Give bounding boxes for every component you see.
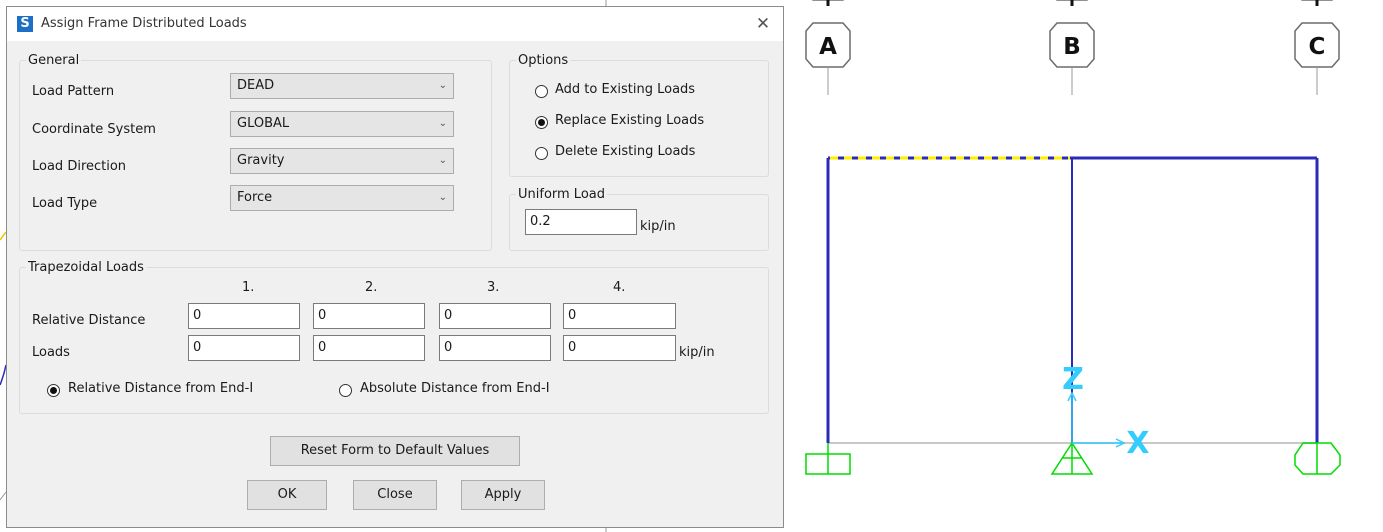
- coordinate-system-dropdown[interactable]: GLOBAL ⌄: [230, 111, 454, 137]
- relative-distance-input-4[interactable]: 0: [563, 303, 676, 329]
- chevron-down-icon: ⌄: [438, 80, 447, 91]
- load-type-label: Load Type: [32, 196, 98, 211]
- coordinate-system-value: GLOBAL: [237, 116, 290, 131]
- ok-button[interactable]: OK: [247, 480, 327, 510]
- grid-bubble-label: A: [819, 34, 837, 60]
- apply-button[interactable]: Apply: [461, 480, 545, 510]
- load-input-3[interactable]: 0: [439, 335, 551, 361]
- grid-bubble-label: B: [1063, 34, 1081, 60]
- column-header-4: 4.: [613, 280, 626, 295]
- load-type-dropdown[interactable]: Force ⌄: [230, 185, 454, 211]
- trapezoidal-unit: kip/in: [679, 345, 715, 360]
- load-input-2[interactable]: 0: [313, 335, 425, 361]
- load-direction-label: Load Direction: [32, 159, 127, 174]
- trapezoidal-loads-legend: Trapezoidal Loads: [28, 260, 144, 275]
- add-to-existing-label[interactable]: Add to Existing Loads: [555, 82, 695, 97]
- app-logo-icon: S: [17, 16, 33, 32]
- add-to-existing-radio[interactable]: [535, 85, 548, 98]
- load-input-1[interactable]: 0: [188, 335, 300, 361]
- dialog-title: Assign Frame Distributed Loads: [41, 16, 247, 31]
- axis-triad: Z X: [1062, 362, 1149, 461]
- load-type-value: Force: [237, 190, 273, 205]
- delete-existing-label[interactable]: Delete Existing Loads: [555, 144, 695, 159]
- load-pattern-value: DEAD: [237, 78, 275, 93]
- load-direction-value: Gravity: [237, 153, 285, 168]
- grid-bubble-a: A: [805, 0, 851, 95]
- grid-bubble-b: B: [1049, 0, 1095, 95]
- reset-defaults-button[interactable]: Reset Form to Default Values: [270, 436, 520, 466]
- load-input-4[interactable]: 0: [563, 335, 676, 361]
- grid-bubble-label: C: [1309, 34, 1326, 60]
- uniform-load-unit: kip/in: [640, 219, 676, 234]
- replace-existing-label[interactable]: Replace Existing Loads: [555, 113, 704, 128]
- pinned-support-icon: [1050, 441, 1094, 475]
- chevron-down-icon: ⌄: [438, 192, 447, 203]
- column-header-3: 3.: [487, 280, 500, 295]
- relative-distance-input-3[interactable]: 0: [439, 303, 551, 329]
- relative-distance-input-1[interactable]: 0: [188, 303, 300, 329]
- loads-label: Loads: [32, 345, 70, 360]
- assign-frame-distributed-loads-dialog: S Assign Frame Distributed Loads ✕ Gener…: [6, 6, 784, 528]
- delete-existing-radio[interactable]: [535, 147, 548, 160]
- column-header-2: 2.: [365, 280, 378, 295]
- load-pattern-dropdown[interactable]: DEAD ⌄: [230, 73, 454, 99]
- grid-bubble-c: C: [1294, 0, 1340, 95]
- load-direction-dropdown[interactable]: Gravity ⌄: [230, 148, 454, 174]
- absolute-distance-radio[interactable]: [339, 384, 352, 397]
- fixed-support-icon: [805, 443, 851, 475]
- close-icon[interactable]: ✕: [751, 13, 775, 35]
- coordinate-system-label: Coordinate System: [32, 122, 156, 137]
- axis-x-label: X: [1126, 426, 1149, 461]
- relative-distance-mode-label[interactable]: Relative Distance from End-I: [68, 381, 253, 396]
- uniform-load-legend: Uniform Load: [518, 187, 605, 202]
- relative-distance-input-2[interactable]: 0: [313, 303, 425, 329]
- load-pattern-label: Load Pattern: [32, 84, 115, 99]
- absolute-distance-mode-label[interactable]: Absolute Distance from End-I: [360, 381, 550, 396]
- roller-support-icon: [1294, 442, 1341, 475]
- relative-distance-radio[interactable]: [47, 384, 60, 397]
- replace-existing-radio[interactable]: [535, 116, 548, 129]
- general-legend: General: [28, 53, 80, 68]
- axis-z-label: Z: [1062, 362, 1084, 397]
- options-legend: Options: [518, 53, 569, 68]
- title-bar[interactable]: S Assign Frame Distributed Loads ✕: [7, 7, 783, 41]
- close-button[interactable]: Close: [353, 480, 437, 510]
- chevron-down-icon: ⌄: [438, 155, 447, 166]
- uniform-load-input[interactable]: 0.2: [525, 209, 637, 235]
- relative-distance-label: Relative Distance: [32, 313, 146, 328]
- chevron-down-icon: ⌄: [438, 118, 447, 129]
- column-header-1: 1.: [242, 280, 255, 295]
